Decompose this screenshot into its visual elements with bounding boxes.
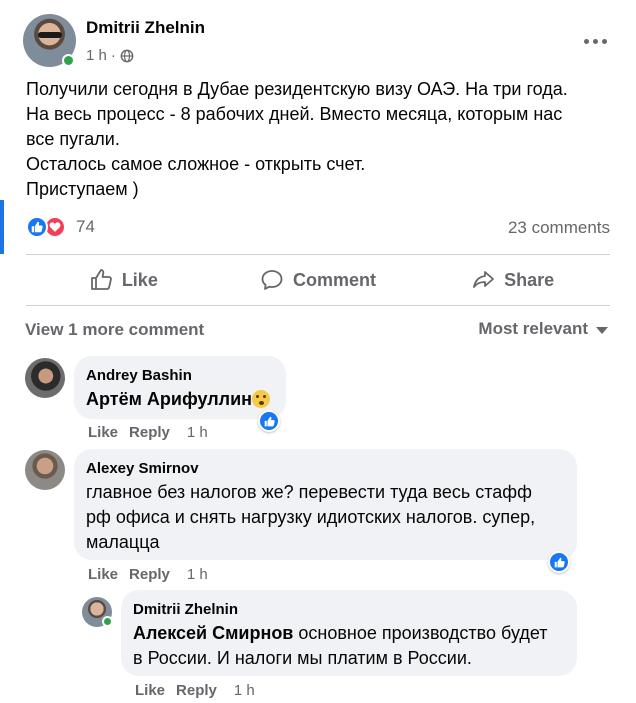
reactions-summary[interactable]: 74 (26, 216, 95, 238)
globe-icon (120, 49, 134, 62)
left-accent-bar (0, 200, 4, 254)
more-icon (583, 38, 589, 44)
reaction-count: 74 (76, 217, 95, 236)
commenter-avatar[interactable] (25, 450, 65, 490)
comment-bubble: Andrey Bashin Артём Арифуллин (74, 356, 286, 419)
divider (26, 305, 610, 306)
reply-bubble: Dmitrii Zhelnin Алексей Смирнов основное… (121, 590, 577, 676)
view-more-comments-link[interactable]: View 1 more comment (25, 320, 204, 340)
share-icon (473, 271, 495, 288)
meta-separator: · (110, 47, 116, 64)
comment-time[interactable]: 1 h (187, 424, 208, 441)
reply-actions: Like Reply 1 h (135, 682, 255, 699)
comment-text-line: малацца (86, 532, 160, 552)
share-button-label: Share (504, 269, 555, 290)
post-text-line: На весь процесс - 8 рабочих дней. Вместо… (26, 104, 563, 124)
flushed-emoji-icon (252, 390, 271, 408)
reply-like-button[interactable]: Like (135, 682, 165, 699)
comment-author[interactable]: Andrey Bashin (86, 367, 274, 384)
comment-bubble: Alexey Smirnov главное без налогов же? п… (74, 449, 577, 560)
online-status-dot (102, 616, 113, 627)
comment-text-line: главное без налогов же? перевести туда в… (86, 482, 532, 502)
reply-text-line: основное производство будет (293, 623, 548, 643)
post-header: Dmitrii Zhelnin 1 h · (23, 14, 613, 70)
comment-sort-dropdown[interactable]: Most relevant (478, 319, 608, 339)
online-status-dot (62, 54, 75, 67)
reply-author[interactable]: Dmitrii Zhelnin (133, 601, 565, 618)
caret-down-icon (596, 326, 608, 334)
post-action-bar: Like Comment Share (26, 255, 610, 305)
reply-text: Алексей Смирнов основное производство бу… (133, 621, 565, 671)
post-text-line: Получили сегодня в Дубае резидентскую ви… (26, 79, 568, 99)
comment-icon (261, 270, 283, 290)
commenter-avatar[interactable] (25, 358, 65, 398)
reply-mention[interactable]: Алексей Смирнов (133, 623, 293, 643)
more-options-button[interactable] (577, 26, 613, 56)
post-meta: 1 h · (86, 47, 134, 64)
comment-author[interactable]: Alexey Smirnov (86, 460, 565, 477)
comment-text-line: рф офиса и снять нагрузку идиотских нало… (86, 507, 536, 527)
post-text: Получили сегодня в Дубае резидентскую ви… (26, 77, 611, 202)
reply-time[interactable]: 1 h (234, 682, 255, 699)
author-name[interactable]: Dmitrii Zhelnin (86, 18, 205, 38)
post-text-line: все пугали. (26, 129, 120, 149)
comment-text: Артём Арифуллин (86, 387, 274, 412)
post-text-line: Осталось самое сложное - открыть счет. (26, 154, 366, 174)
comment-time[interactable]: 1 h (187, 566, 208, 583)
comment-text: главное без налогов же? перевести туда в… (86, 480, 565, 555)
thumbs-up-icon (90, 269, 112, 290)
comment-button[interactable]: Comment (221, 255, 416, 305)
comment-button-label: Comment (293, 269, 377, 290)
like-reaction-icon (26, 216, 48, 238)
reply-reply-button[interactable]: Reply (176, 682, 217, 699)
comment-reply-button[interactable]: Reply (129, 424, 170, 441)
post-text-line: Приступаем ) (26, 179, 139, 199)
comments-count-link[interactable]: 23 comments (508, 218, 610, 238)
comment-like-reaction-icon[interactable] (258, 410, 280, 432)
comment-like-button[interactable]: Like (88, 566, 118, 583)
comment-like-reaction-icon[interactable] (548, 551, 570, 573)
comment-mention[interactable]: Артём Арифуллин (86, 389, 252, 409)
comment-actions: Like Reply 1 h (88, 566, 208, 583)
avatar-sunglasses (38, 32, 62, 38)
comment-actions: Like Reply 1 h (88, 424, 208, 441)
comment-reply-button[interactable]: Reply (129, 566, 170, 583)
post-time[interactable]: 1 h (86, 47, 107, 64)
like-button[interactable]: Like (26, 255, 221, 305)
reply-text-line: в России. И налоги мы платим в России. (133, 648, 472, 668)
like-button-label: Like (121, 269, 158, 290)
share-button[interactable]: Share (415, 255, 610, 305)
comment-like-button[interactable]: Like (88, 424, 118, 441)
sort-label: Most relevant (478, 319, 588, 338)
